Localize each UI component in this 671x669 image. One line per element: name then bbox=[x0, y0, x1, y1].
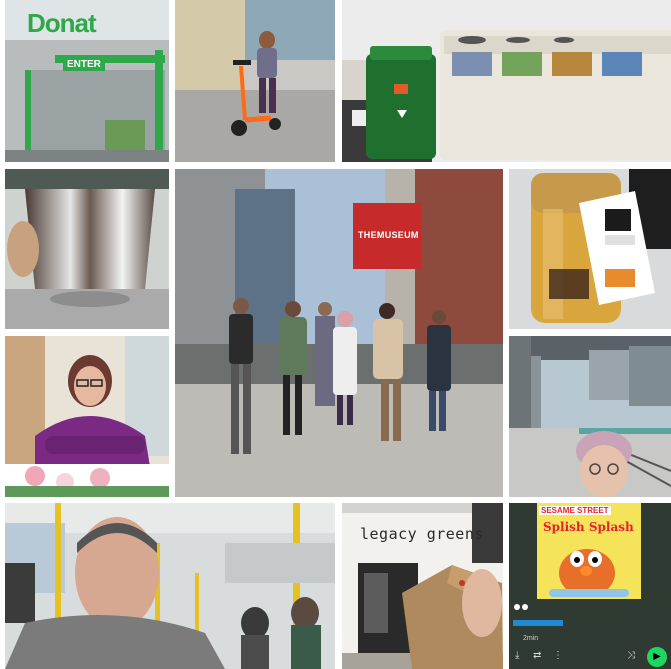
photo-music-app: SESAME STREET Splish Splash 2min ⤓ ⇄ ⋮ ⤨… bbox=[509, 503, 671, 669]
album-brand-text: SESAME STREET bbox=[539, 506, 611, 515]
museum-sign-text: THEMUSEUM bbox=[358, 230, 419, 240]
hoodie-scene bbox=[5, 336, 169, 497]
photo-recycling-bins bbox=[342, 0, 671, 162]
download-icon[interactable]: ⤓ bbox=[515, 650, 519, 661]
photo-museum-group: THEMUSEUM bbox=[175, 169, 503, 497]
legacy-greens-sign-text: legacy greens bbox=[360, 525, 484, 543]
play-icon[interactable]: ▶ bbox=[647, 647, 667, 667]
photo-legacy-greens: legacy greens bbox=[342, 503, 503, 669]
photo-scooter-rider bbox=[175, 0, 335, 162]
mug-scene bbox=[5, 169, 169, 329]
photo-chrome-mug bbox=[5, 169, 169, 329]
transit-scene bbox=[509, 336, 671, 497]
museum-scene bbox=[175, 169, 503, 497]
photo-jar-drink bbox=[509, 169, 671, 329]
photo-woman-purple-hoodie bbox=[5, 336, 169, 497]
scooter-scene bbox=[175, 0, 335, 162]
jar-scene bbox=[509, 169, 671, 329]
store-sign-text: Donat bbox=[27, 8, 97, 38]
photo-donation-store: Donat ENTER bbox=[5, 0, 169, 162]
more-icon[interactable]: ⋮ bbox=[553, 650, 563, 661]
album-title-text: Splish Splash bbox=[543, 520, 634, 534]
photo-transit-selfie bbox=[509, 336, 671, 497]
recycling-scene bbox=[342, 0, 671, 162]
photo-bus-selfie bbox=[5, 503, 335, 669]
shuffle-icon[interactable]: ⤨ bbox=[627, 650, 635, 661]
shuffle-icon[interactable]: ⇄ bbox=[533, 650, 541, 661]
bus-scene bbox=[5, 503, 335, 669]
store-enter-label: ENTER bbox=[63, 58, 105, 71]
track-duration: 2min bbox=[523, 635, 539, 642]
